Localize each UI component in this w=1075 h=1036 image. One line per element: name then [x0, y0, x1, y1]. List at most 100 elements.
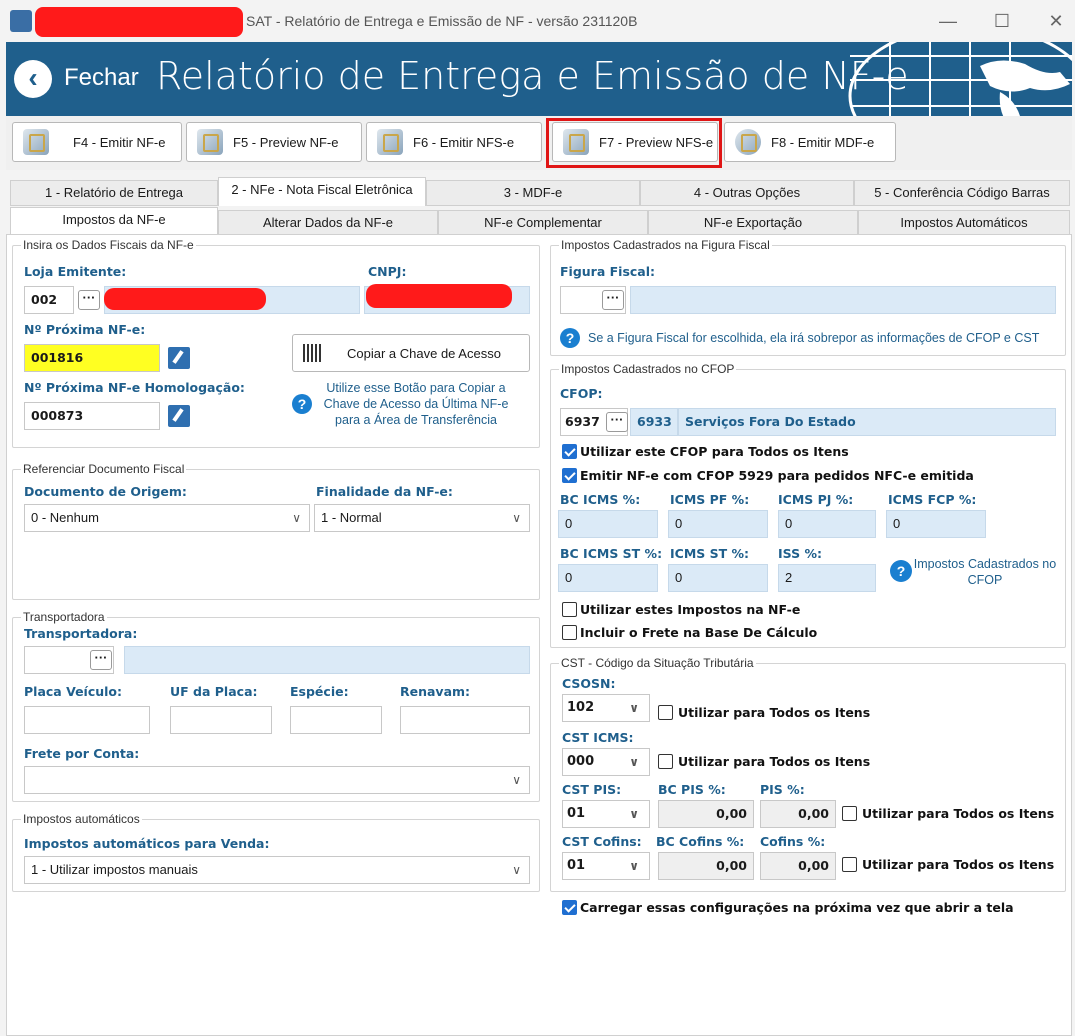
frete-conta-select[interactable]: ∨: [24, 766, 530, 794]
header-banner: ‹ Fechar Relatório de Entrega e Emissão …: [6, 42, 1072, 116]
transportadora-lookup-button[interactable]: ···: [90, 650, 112, 670]
icms-st-label: ICMS ST %:: [670, 546, 750, 561]
carregar-config-label: Carregar essas configurações na próxima …: [580, 900, 1014, 915]
preview-nfe-button[interactable]: F5 - Preview NF-e: [186, 122, 362, 162]
proxima-nfe-input[interactable]: 001816: [24, 344, 160, 372]
copiar-chave-button[interactable]: Copiar a Chave de Acesso: [292, 334, 530, 372]
tab-nfe-exportacao[interactable]: NF-e Exportação: [648, 210, 858, 236]
loja-emitente-input[interactable]: 002: [24, 286, 74, 314]
cfop-description-field: Serviços Fora Do Estado: [678, 408, 1056, 436]
tab-impostos-nfe[interactable]: Impostos da NF-e: [10, 207, 218, 236]
pis-label: PIS %:: [760, 782, 805, 797]
chevron-down-icon: ∨: [627, 801, 641, 827]
cfop-lookup-button[interactable]: ···: [606, 412, 628, 432]
incluir-frete-checkbox[interactable]: [562, 625, 577, 640]
cst-icms-todos-itens-checkbox[interactable]: [658, 754, 673, 769]
documento-origem-select[interactable]: 0 - Nenhum ∨: [24, 504, 310, 532]
especie-input[interactable]: [290, 706, 382, 734]
edit-icon[interactable]: [168, 347, 190, 369]
utilizar-impostos-checkbox[interactable]: [562, 602, 577, 617]
cofins-field: 0,00: [760, 852, 836, 880]
selected-value: 1 - Normal: [321, 510, 382, 525]
tab-mdfe[interactable]: 3 - MDF-e: [426, 180, 640, 206]
csosn-select[interactable]: 102 ∨: [562, 694, 650, 722]
tab-nfe[interactable]: 2 - NFe - Nota Fiscal Eletrônica: [218, 177, 426, 206]
cofins-todos-itens-checkbox[interactable]: [842, 857, 857, 872]
group-title: Insira os Dados Fiscais da NF-e: [23, 238, 194, 252]
cnpj-label: CNPJ:: [368, 264, 407, 279]
csosn-todos-itens-checkbox[interactable]: [658, 705, 673, 720]
group-title: Impostos automáticos: [23, 812, 140, 826]
cfop-label: CFOP:: [560, 386, 603, 401]
help-icon: ?: [560, 328, 580, 348]
renavam-input[interactable]: [400, 706, 530, 734]
chevron-down-icon: ∨: [627, 749, 641, 775]
app-icon: [10, 10, 32, 32]
placa-veiculo-input[interactable]: [24, 706, 150, 734]
tab-alterar-dados[interactable]: Alterar Dados da NF-e: [218, 210, 438, 236]
emitir-nfse-button[interactable]: F6 - Emitir NFS-e: [366, 122, 542, 162]
pis-todos-itens-checkbox[interactable]: [842, 806, 857, 821]
cst-cofins-select[interactable]: 01 ∨: [562, 852, 650, 880]
chevron-down-icon: ∨: [512, 773, 521, 787]
tab-impostos-automaticos[interactable]: Impostos Automáticos: [858, 210, 1070, 236]
cfop-todos-itens-label: Utilizar este CFOP para Todos os Itens: [580, 444, 849, 459]
carregar-config-checkbox[interactable]: [562, 900, 577, 915]
cfop-5929-checkbox[interactable]: [562, 468, 577, 483]
copiar-chave-label: Copiar a Chave de Acesso: [347, 345, 501, 361]
group-title: Impostos Cadastrados no CFOP: [561, 362, 735, 376]
transportadora-name-field: [124, 646, 530, 674]
bc-icms-field: 0: [558, 510, 658, 538]
renavam-label: Renavam:: [400, 684, 471, 699]
iss-field: 2: [778, 564, 876, 592]
help-icon[interactable]: ?: [890, 560, 912, 582]
bc-icms-st-field: 0: [558, 564, 658, 592]
uf-placa-input[interactable]: [170, 706, 272, 734]
csosn-todos-itens-label: Utilizar para Todos os Itens: [678, 705, 871, 720]
minimize-icon[interactable]: —: [928, 8, 968, 34]
proxima-homolog-input[interactable]: 000873: [24, 402, 160, 430]
chevron-down-icon: ∨: [512, 511, 521, 525]
back-arrow-icon[interactable]: ‹: [14, 60, 52, 98]
especie-label: Espécie:: [290, 684, 349, 699]
page-title: Relatório de Entrega e Emissão de NF-e: [156, 54, 909, 98]
close-button[interactable]: Fechar: [64, 64, 139, 92]
selected-value: 01: [567, 806, 586, 821]
help-icon: ?: [292, 394, 312, 414]
chevron-down-icon: ∨: [627, 695, 641, 721]
cofins-todos-itens-label: Utilizar para Todos os Itens: [862, 857, 1055, 872]
icms-pf-label: ICMS PF %:: [670, 492, 750, 507]
edit-icon[interactable]: [168, 405, 190, 427]
finalidade-label: Finalidade da NF-e:: [316, 484, 453, 499]
emitir-nfe-button[interactable]: F4 - Emitir NF-e: [12, 122, 182, 162]
cst-icms-select[interactable]: 000 ∨: [562, 748, 650, 776]
incluir-frete-label: Incluir o Frete na Base De Cálculo: [580, 625, 818, 640]
impostos-automaticos-select[interactable]: 1 - Utilizar impostos manuais ∨: [24, 856, 530, 884]
loja-emitente-label: Loja Emitente:: [24, 264, 127, 279]
tab-nfe-complementar[interactable]: NF-e Complementar: [438, 210, 648, 236]
finalidade-select[interactable]: 1 - Normal ∨: [314, 504, 530, 532]
globe-icon: [735, 129, 761, 155]
close-icon[interactable]: ✕: [1036, 8, 1075, 34]
bc-cofins-label: BC Cofins %:: [656, 834, 745, 849]
chevron-down-icon: ∨: [292, 511, 301, 525]
cst-icms-label: CST ICMS:: [562, 730, 634, 745]
cofins-label: Cofins %:: [760, 834, 826, 849]
tab-conferencia-codigo-barras[interactable]: 5 - Conferência Código Barras: [854, 180, 1070, 206]
figura-lookup-button[interactable]: ···: [602, 290, 624, 310]
window-title: SAT - Relatório de Entrega e Emissão de …: [246, 13, 638, 29]
icms-pj-label: ICMS PJ %:: [778, 492, 854, 507]
impostos-cfop-link[interactable]: Impostos Cadastrados no CFOP: [912, 556, 1058, 588]
tab-outras-opcoes[interactable]: 4 - Outras Opções: [640, 180, 854, 206]
cst-pis-select[interactable]: 01 ∨: [562, 800, 650, 828]
emitir-mdfe-button[interactable]: F8 - Emitir MDF-e: [724, 122, 896, 162]
icms-fcp-label: ICMS FCP %:: [888, 492, 977, 507]
maximize-icon[interactable]: ☐: [982, 8, 1022, 34]
group-title: Referenciar Documento Fiscal: [23, 462, 185, 476]
tab-relatorio-entrega[interactable]: 1 - Relatório de Entrega: [10, 180, 218, 206]
cfop-todos-itens-checkbox[interactable]: [562, 444, 577, 459]
icms-pj-field: 0: [778, 510, 876, 538]
group-title: CST - Código da Situação Tributária: [561, 656, 754, 670]
bc-icms-label: BC ICMS %:: [560, 492, 641, 507]
loja-lookup-button[interactable]: ···: [78, 290, 100, 310]
